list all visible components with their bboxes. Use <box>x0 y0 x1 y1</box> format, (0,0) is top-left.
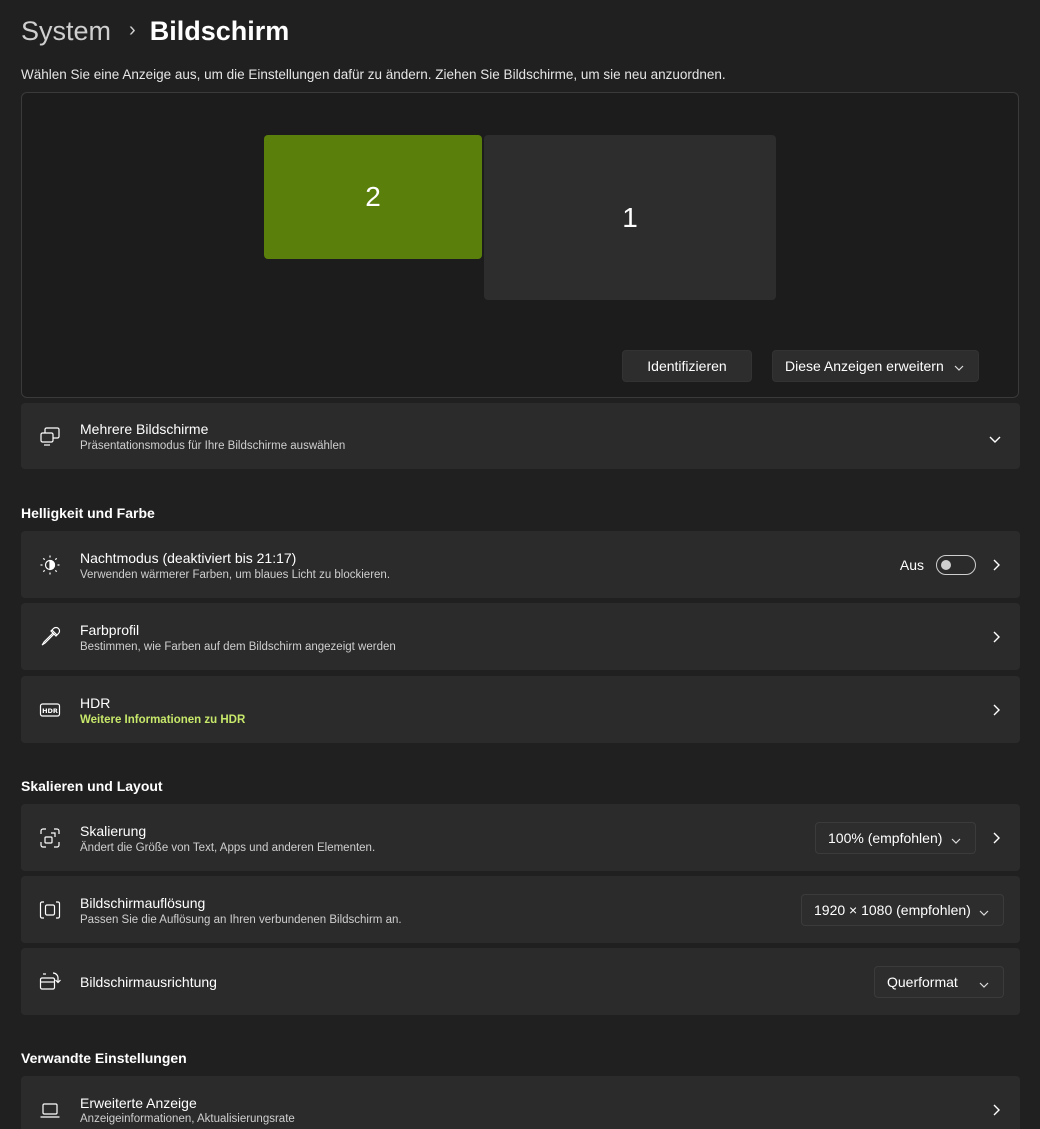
orientation-title: Bildschirmausrichtung <box>80 974 217 990</box>
display-mode-select[interactable]: Diese Anzeigen erweitern <box>772 350 979 382</box>
monitor-1-tile[interactable]: 1 <box>484 135 776 300</box>
chevron-down-icon[interactable] <box>988 431 1002 443</box>
night-light-card[interactable]: Nachtmodus (deaktiviert bis 21:17) Verwe… <box>21 531 1020 598</box>
color-profile-card[interactable]: Farbprofil Bestimmen, wie Farben auf dem… <box>21 603 1020 670</box>
color-profile-title: Farbprofil <box>80 622 140 638</box>
breadcrumb-separator-icon: › <box>129 18 136 41</box>
night-light-toggle-label: Aus <box>899 556 924 573</box>
display-arrangement-panel: 2 1 Identifizieren Diese Anzeigen erweit… <box>21 92 1019 398</box>
scaling-title: Skalierung <box>80 823 147 839</box>
hdr-card[interactable]: HDR HDR Weitere Informationen zu HDR <box>21 676 1020 743</box>
resolution-select[interactable]: 1920 × 1080 (empfohlen) <box>801 893 1004 926</box>
chevron-down-icon <box>979 905 989 921</box>
page-title: Bildschirm <box>149 15 290 46</box>
orientation-value: Querformat <box>887 973 958 990</box>
scale-icon <box>39 827 61 849</box>
orientation-select[interactable]: Querformat <box>874 965 1004 998</box>
toggle-knob <box>941 559 951 570</box>
chevron-right-icon[interactable] <box>991 831 1001 845</box>
orientation-icon <box>39 971 61 993</box>
color-profile-subtitle: Bestimmen, wie Farben auf dem Bildschirm… <box>80 641 396 653</box>
night-light-toggle[interactable] <box>936 554 976 575</box>
svg-text:HDR: HDR <box>42 707 58 715</box>
eyedropper-icon <box>39 626 61 648</box>
multiple-displays-card[interactable]: Mehrere Bildschirme Präsentationsmodus f… <box>21 403 1020 469</box>
night-light-subtitle: Verwenden wärmerer Farben, um blaues Lic… <box>80 569 391 581</box>
breadcrumb: System › Bildschirm <box>21 13 289 49</box>
chevron-right-icon[interactable] <box>991 630 1001 644</box>
scaling-subtitle: Ändert die Größe von Text, Apps und ande… <box>80 842 376 854</box>
chevron-right-icon[interactable] <box>991 558 1001 572</box>
advanced-display-title: Erweiterte Anzeige <box>80 1095 197 1111</box>
advanced-display-card[interactable]: Erweiterte Anzeige Anzeigeinformationen,… <box>21 1076 1020 1129</box>
scaling-value: 100% (empfohlen) <box>828 829 943 846</box>
scaling-select[interactable]: 100% (empfohlen) <box>815 821 976 854</box>
chevron-down-icon <box>954 360 964 376</box>
night-light-title: Nachtmodus (deaktiviert bis 21:17) <box>80 550 297 566</box>
multi-monitor-icon <box>39 425 61 447</box>
night-light-icon <box>39 554 61 576</box>
chevron-down-icon <box>979 977 989 993</box>
laptop-icon <box>39 1099 61 1121</box>
resolution-title: Bildschirmauflösung <box>80 895 206 911</box>
chevron-down-icon <box>951 833 961 849</box>
chevron-right-icon[interactable] <box>991 1103 1001 1117</box>
resolution-value: 1920 × 1080 (empfohlen) <box>814 901 971 918</box>
section-scale-layout: Skalieren und Layout <box>21 778 163 794</box>
orientation-card: Bildschirmausrichtung Querformat <box>21 948 1020 1015</box>
resolution-icon <box>39 899 61 921</box>
monitor-2-tile[interactable]: 2 <box>264 135 482 259</box>
display-instructions: Wählen Sie eine Anzeige aus, um die Eins… <box>21 67 726 82</box>
scaling-card[interactable]: Skalierung Ändert die Größe von Text, Ap… <box>21 804 1020 871</box>
advanced-display-subtitle: Anzeigeinformationen, Aktualisierungsrat… <box>80 1113 295 1125</box>
chevron-right-icon[interactable] <box>991 703 1001 717</box>
resolution-card: Bildschirmauflösung Passen Sie die Auflö… <box>21 876 1020 943</box>
display-mode-value: Diese Anzeigen erweitern <box>785 358 944 374</box>
hdr-icon: HDR <box>39 699 61 721</box>
multiple-displays-subtitle: Präsentationsmodus für Ihre Bildschirme … <box>80 440 346 452</box>
resolution-subtitle: Passen Sie die Auflösung an Ihren verbun… <box>80 914 402 926</box>
breadcrumb-system[interactable]: System <box>21 16 111 47</box>
hdr-title: HDR <box>80 695 111 711</box>
hdr-info-link[interactable]: Weitere Informationen zu HDR <box>80 714 245 726</box>
multiple-displays-title: Mehrere Bildschirme <box>80 421 209 437</box>
identify-button[interactable]: Identifizieren <box>622 350 752 382</box>
section-related-settings: Verwandte Einstellungen <box>21 1050 187 1066</box>
section-brightness-color: Helligkeit und Farbe <box>21 505 155 521</box>
